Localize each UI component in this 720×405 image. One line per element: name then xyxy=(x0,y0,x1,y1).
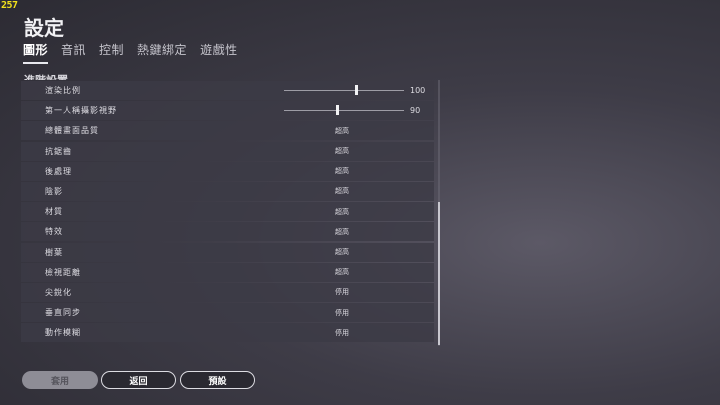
setting-value[interactable]: 超高 xyxy=(335,207,349,217)
section-header-clipped: 進階設置 xyxy=(24,70,72,80)
setting-value[interactable]: 停用 xyxy=(335,287,349,297)
setting-value[interactable]: 超高 xyxy=(335,186,349,196)
setting-value[interactable]: 停用 xyxy=(335,308,349,318)
setting-label: 垂直同步 xyxy=(45,308,81,318)
setting-label: 檢視距離 xyxy=(45,267,81,277)
section-title: 進階設置 xyxy=(24,72,72,80)
setting-label: 陰影 xyxy=(45,186,63,196)
setting-row-post-processing[interactable]: 後處理 超高 xyxy=(21,161,434,181)
setting-value[interactable]: 停用 xyxy=(335,328,349,338)
setting-value[interactable]: 超高 xyxy=(335,227,349,237)
setting-value[interactable]: 超高 xyxy=(335,166,349,176)
setting-label: 第一人稱攝影視野 xyxy=(45,106,117,116)
setting-value[interactable]: 超高 xyxy=(335,247,349,257)
setting-value[interactable]: 超高 xyxy=(335,267,349,277)
setting-label: 動作模糊 xyxy=(45,328,81,338)
setting-label: 尖銳化 xyxy=(45,287,72,297)
back-button[interactable]: 返回 xyxy=(101,371,176,389)
setting-value[interactable]: 超高 xyxy=(335,146,349,156)
setting-label: 樹葉 xyxy=(45,247,63,257)
tab-audio[interactable]: 音訊 xyxy=(61,41,86,64)
setting-row-render-scale[interactable]: 渲染比例 100 xyxy=(21,81,434,100)
slider-value: 100 xyxy=(410,86,426,95)
setting-label: 特效 xyxy=(45,227,63,237)
tab-gameplay[interactable]: 遊戲性 xyxy=(200,41,238,64)
slider-thumb[interactable] xyxy=(354,85,358,95)
page-title: 設定 xyxy=(24,16,64,40)
setting-row-motion-blur[interactable]: 動作模糊 停用 xyxy=(21,323,434,343)
setting-label: 總體畫面品質 xyxy=(45,126,99,136)
slider-value: 90 xyxy=(410,106,421,116)
setting-row-effects[interactable]: 特效 超高 xyxy=(21,222,434,242)
setting-row-textures[interactable]: 材質 超高 xyxy=(21,202,434,222)
fps-counter: 257 xyxy=(1,0,18,11)
settings-list: 渲染比例 100 第一人稱攝影視野 90 總體畫面品質 超高 抗鋸齒 超高 後處… xyxy=(21,81,434,346)
setting-label: 渲染比例 xyxy=(45,86,81,95)
render-scale-slider[interactable] xyxy=(284,85,404,95)
tab-keybindings[interactable]: 熱鍵綁定 xyxy=(137,41,187,64)
setting-row-overall-quality[interactable]: 總體畫面品質 超高 xyxy=(21,121,434,141)
settings-tabs: 圖形 音訊 控制 熱鍵綁定 遊戲性 xyxy=(23,41,238,64)
setting-label: 抗鋸齒 xyxy=(45,146,72,156)
apply-button[interactable]: 套用 xyxy=(22,371,98,389)
setting-label: 後處理 xyxy=(45,166,72,176)
setting-row-anti-aliasing[interactable]: 抗鋸齒 超高 xyxy=(21,141,434,161)
tab-controls[interactable]: 控制 xyxy=(99,41,124,64)
setting-row-fov[interactable]: 第一人稱攝影視野 90 xyxy=(21,101,434,121)
default-button[interactable]: 預設 xyxy=(180,371,255,389)
setting-row-vsync[interactable]: 垂直同步 停用 xyxy=(21,303,434,323)
setting-value[interactable]: 超高 xyxy=(335,126,349,136)
fov-slider[interactable] xyxy=(284,105,404,116)
slider-thumb[interactable] xyxy=(335,105,339,116)
setting-label: 材質 xyxy=(45,207,63,217)
tab-graphics[interactable]: 圖形 xyxy=(23,41,49,64)
scrollbar-thumb[interactable] xyxy=(438,202,440,345)
setting-row-view-distance[interactable]: 檢視距離 超高 xyxy=(21,262,434,282)
setting-row-shadows[interactable]: 陰影 超高 xyxy=(21,181,434,201)
setting-row-foliage[interactable]: 樹葉 超高 xyxy=(21,242,434,262)
setting-row-sharpening[interactable]: 尖銳化 停用 xyxy=(21,282,434,302)
